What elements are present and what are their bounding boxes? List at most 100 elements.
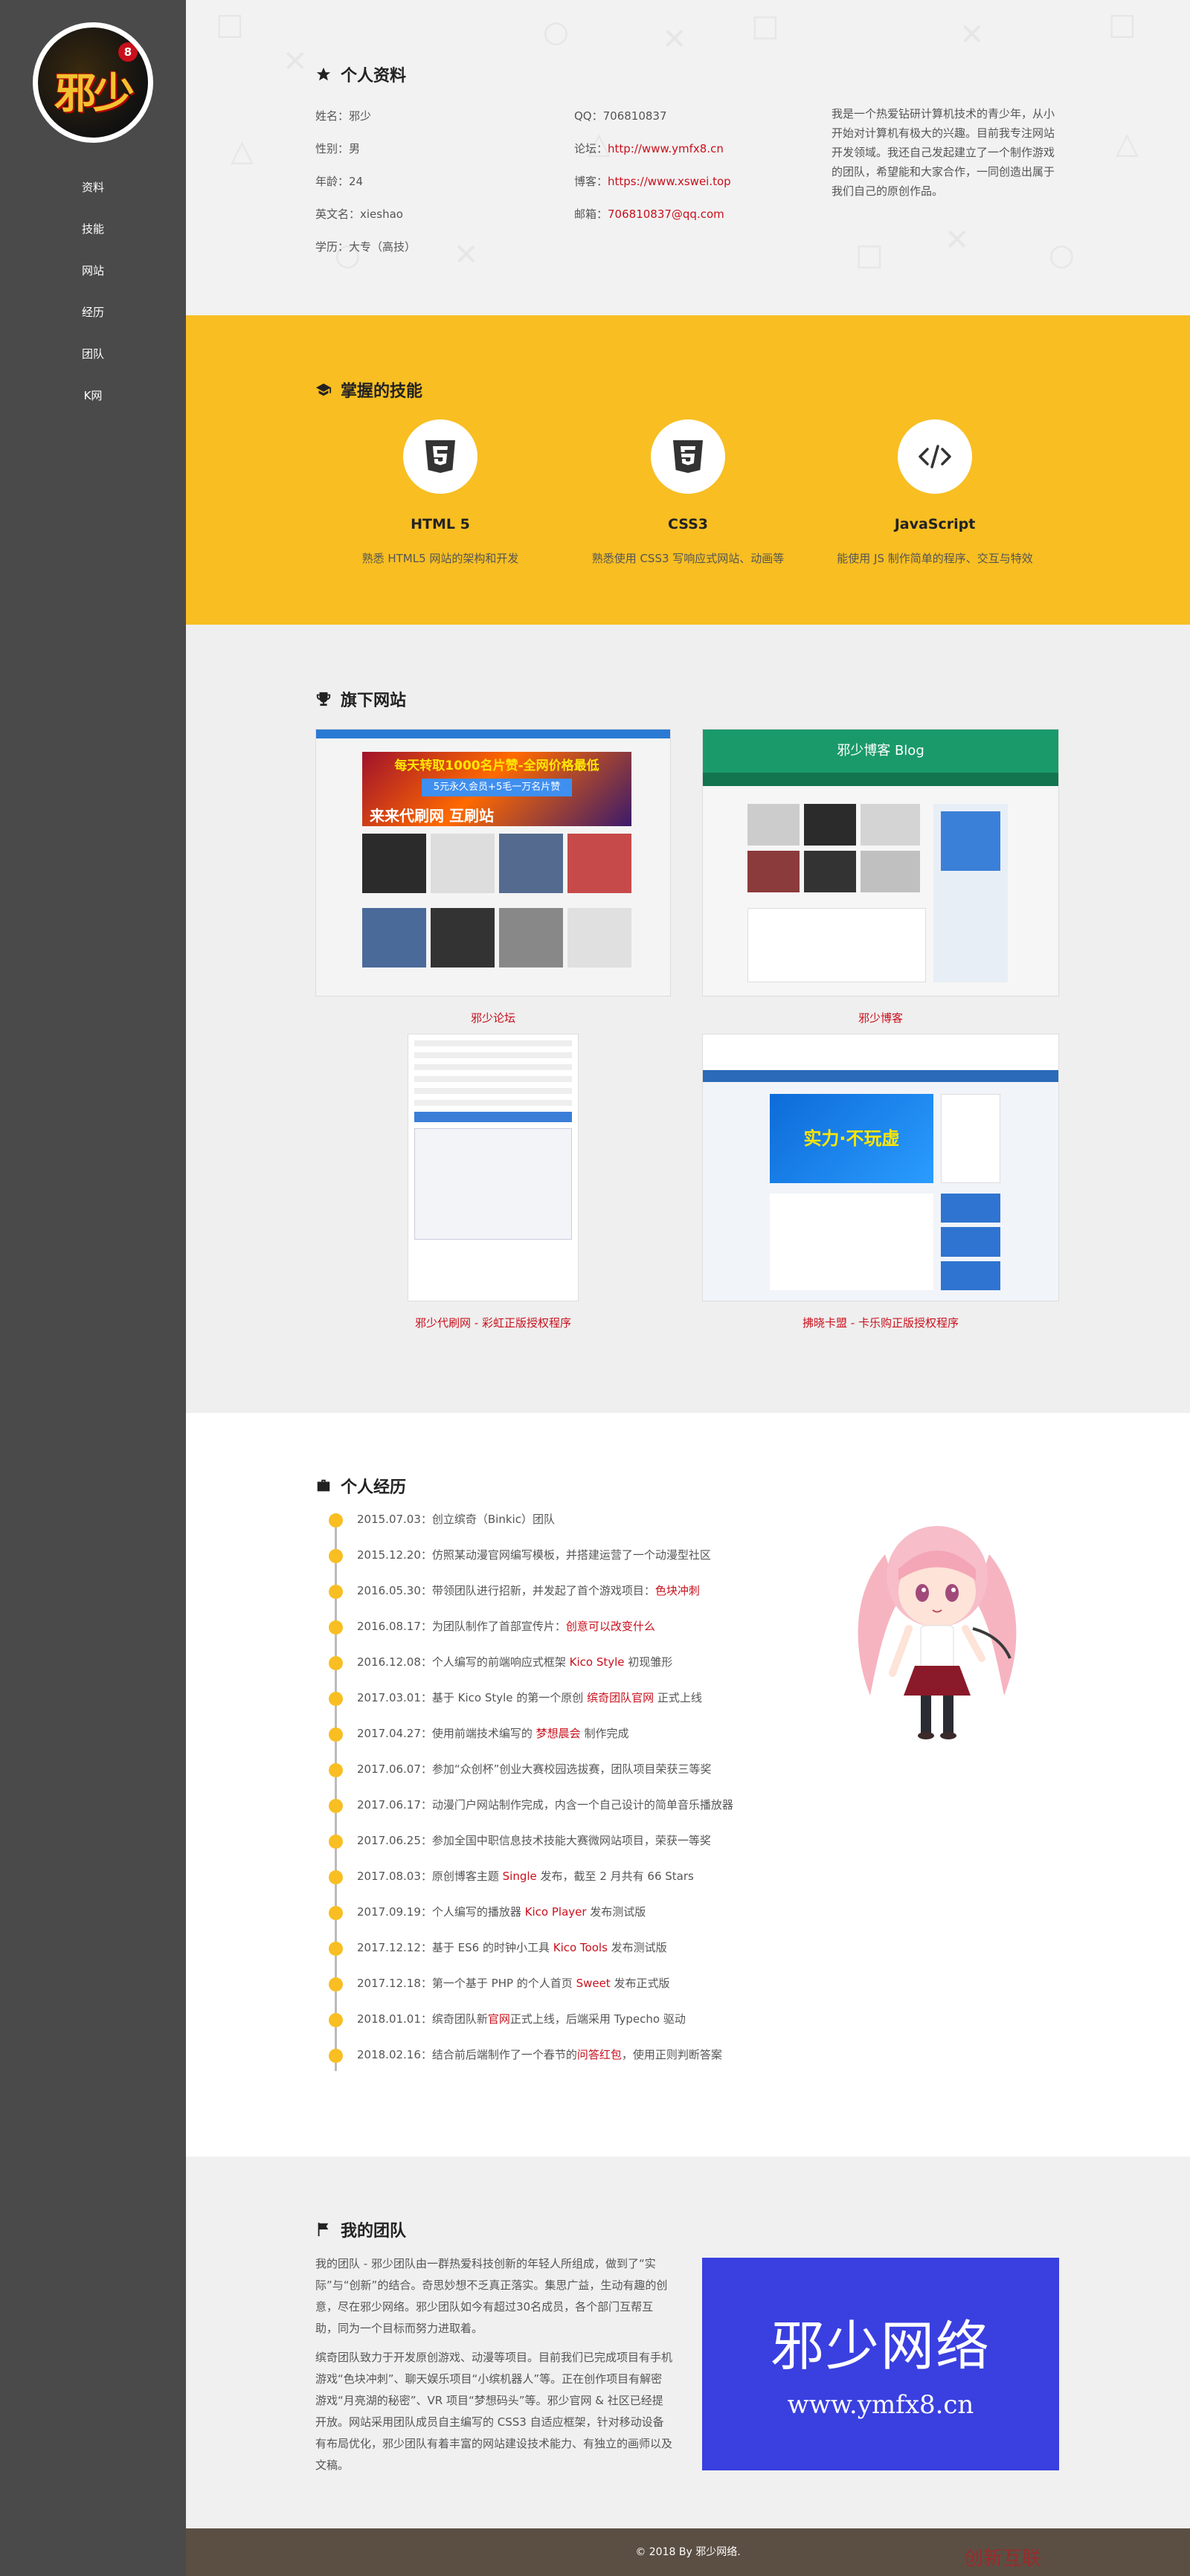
profile-title: 个人资料 bbox=[315, 62, 406, 86]
sidebar-nav: 资料 技能 网站 经历 团队 K网 bbox=[0, 173, 186, 422]
timeline-text: 正式上线，后端采用 Typecho 驱动 bbox=[509, 2012, 686, 2026]
skill-name: HTML 5 bbox=[411, 516, 470, 532]
team-logo-url: www.ymfx8.cn bbox=[787, 2390, 974, 2420]
timeline-dot bbox=[329, 1513, 343, 1527]
timeline-text: 2017.06.17：动漫门户网站制作完成，内含一个自己设计的简单音乐播放器 bbox=[357, 1798, 733, 1812]
site-login-box bbox=[941, 1094, 1000, 1183]
skill-name: CSS3 bbox=[667, 516, 709, 532]
mail-label: 邮箱： bbox=[574, 207, 608, 221]
site-card-forum[interactable]: 每天转取1000名片赞-全网价格最低 5元永久会员+5毛一万名片赞 来来代刷网 … bbox=[315, 729, 671, 1025]
trophy-icon bbox=[316, 692, 331, 706]
skill-description: 熟悉 HTML5 网站的架构和开发 bbox=[361, 552, 519, 565]
nav-item-team[interactable]: 团队 bbox=[0, 339, 186, 381]
timeline-text: 2017.04.27：使用前端技术编写的 bbox=[357, 1727, 536, 1740]
timeline-text: 发布正式版 bbox=[610, 1977, 670, 1990]
profile-education: 学历：大专（高技） bbox=[315, 240, 416, 254]
timeline-link[interactable]: Kico Tools bbox=[553, 1941, 608, 1954]
watermark: 创新互联 bbox=[964, 2548, 1042, 2570]
site-content-panel bbox=[747, 908, 926, 982]
profile-forum: 论坛：http://www.ymfx8.cn bbox=[574, 141, 724, 156]
decoration-square: □ bbox=[751, 9, 779, 43]
site-caption[interactable]: 拂晓卡盟 - 卡乐购正版授权程序 bbox=[702, 1315, 1059, 1330]
site-header-bar bbox=[316, 730, 670, 738]
timeline-dot bbox=[329, 1942, 343, 1956]
skills-title: 掌握的技能 bbox=[315, 378, 422, 402]
site-card-agent[interactable]: 邪少代刷网 - 彩虹正版授权程序 bbox=[315, 1034, 671, 1330]
timeline-item: 2017.03.01：基于 Kico Style 的第一个原创 缤奇团队官网 正… bbox=[327, 1690, 811, 1725]
html5-shield-icon bbox=[425, 440, 455, 473]
flag-icon bbox=[318, 2222, 329, 2237]
site-screenshot: 每天转取1000名片赞-全网价格最低 5元永久会员+5毛一万名片赞 来来代刷网 … bbox=[315, 729, 671, 996]
skill-javascript: JavaScript 能使用 JS 制作简单的程序、交互与特效 bbox=[808, 419, 1061, 566]
blog-link[interactable]: https://www.xswei.top bbox=[608, 175, 731, 188]
timeline-text: 2016.08.17：为团队制作了首部宣传片： bbox=[357, 1620, 566, 1633]
timeline-dot bbox=[329, 2049, 343, 2063]
profile-blog: 博客：https://www.xswei.top bbox=[574, 173, 731, 189]
timeline-text: 2017.06.07：参加“众创杯”创业大赛校园选拔赛，团队项目荣获三等奖 bbox=[357, 1762, 712, 1776]
timeline-item: 2017.04.27：使用前端技术编写的 梦想晨会 制作完成 bbox=[327, 1725, 811, 1761]
timeline-text: 2015.07.03：创立缤奇（Binkic）团队 bbox=[357, 1513, 555, 1526]
skill-css3: CSS3 熟悉使用 CSS3 写响应式网站、动画等 bbox=[562, 419, 814, 566]
nav-item-experience[interactable]: 经历 bbox=[0, 297, 186, 339]
site-banner: 实力·不玩虚 bbox=[770, 1094, 933, 1183]
site-caption[interactable]: 邪少论坛 bbox=[315, 1010, 671, 1025]
timeline-link[interactable]: 创意可以改变什么 bbox=[566, 1620, 655, 1633]
profile-english-name: 英文名：xieshao bbox=[315, 207, 403, 221]
timeline-text: 制作完成 bbox=[580, 1727, 629, 1740]
skills-section: 掌握的技能 HTML 5 熟悉 HTML5 网站的架构和开发 CSS3 熟悉使用… bbox=[186, 315, 1190, 625]
html5-icon bbox=[403, 419, 477, 494]
timeline-link[interactable]: 问答红包 bbox=[577, 2048, 622, 2061]
site-card-shop[interactable]: 实力·不玩虚 拂晓卡盟 - 卡乐购正版授权程序 bbox=[702, 1034, 1059, 1330]
timeline-link[interactable]: 缤奇团队官网 bbox=[587, 1691, 654, 1704]
timeline-link[interactable]: Kico Style bbox=[570, 1655, 625, 1669]
experience-section: 个人经历 2015.07.03：创立缤奇（Binkic）团队 2015.12.20… bbox=[186, 1413, 1190, 2157]
timeline-link[interactable]: 官网 bbox=[488, 2012, 510, 2026]
websites-section: 旗下网站 每天转取1000名片赞-全网价格最低 5元永久会员+5毛一万名片赞 来… bbox=[186, 625, 1190, 1413]
nav-item-websites[interactable]: 网站 bbox=[0, 256, 186, 297]
site-mobile-frame bbox=[408, 1034, 579, 1301]
timeline-item: 2015.07.03：创立缤奇（Binkic）团队 bbox=[327, 1511, 811, 1547]
decoration-square: □ bbox=[855, 238, 884, 272]
decoration-cross: ✕ bbox=[454, 238, 479, 272]
profile-mail: 邮箱：706810837@qq.com bbox=[574, 206, 724, 222]
decoration-circle: ○ bbox=[1049, 238, 1075, 272]
timeline-link[interactable]: 梦想晨会 bbox=[536, 1727, 581, 1740]
decoration-circle: ○ bbox=[543, 15, 569, 49]
timeline-text: 2017.08.03：原创博客主题 bbox=[357, 1870, 503, 1883]
timeline-link[interactable]: 色块冲刺 bbox=[655, 1584, 700, 1597]
profile-name: 姓名：邪少 bbox=[315, 109, 372, 123]
experience-title: 个人经历 bbox=[315, 1474, 406, 1498]
timeline-item: 2017.06.07：参加“众创杯”创业大赛校园选拔赛，团队项目荣获三等奖 bbox=[327, 1761, 811, 1797]
timeline-item: 2017.06.17：动漫门户网站制作完成，内含一个自己设计的简单音乐播放器 bbox=[327, 1797, 811, 1832]
site-caption[interactable]: 邪少代刷网 - 彩虹正版授权程序 bbox=[315, 1315, 671, 1330]
mail-link[interactable]: 706810837@qq.com bbox=[608, 207, 724, 221]
profile-gender: 性别：男 bbox=[315, 142, 361, 155]
site-caption[interactable]: 邪少博客 bbox=[702, 1010, 1059, 1025]
timeline-link[interactable]: Sweet bbox=[576, 1977, 611, 1990]
css3-icon bbox=[651, 419, 725, 494]
timeline-link[interactable]: Kico Player bbox=[525, 1905, 587, 1919]
team-logo: 邪少网络 www.ymfx8.cn bbox=[702, 2258, 1059, 2470]
timeline-link[interactable]: Single bbox=[503, 1870, 537, 1883]
websites-title: 旗下网站 bbox=[315, 687, 406, 711]
site-card-row bbox=[362, 908, 631, 967]
profile-qq: QQ：706810837 bbox=[574, 109, 667, 123]
team-paragraph-1: 我的团队 - 邪少团队由一群热爱科技创新的年轻人所组成，做到了“实际”与“创新”… bbox=[315, 2257, 668, 2335]
site-header bbox=[703, 1034, 1058, 1070]
briefcase-icon bbox=[317, 1479, 330, 1492]
nav-item-k-site[interactable]: K网 bbox=[0, 381, 186, 422]
timeline-dot bbox=[329, 2013, 343, 2027]
timeline-text: 2016.12.08：个人编写的前端响应式框架 bbox=[357, 1655, 570, 1669]
decoration-cross: ✕ bbox=[662, 22, 687, 57]
timeline-dot bbox=[329, 1763, 343, 1777]
forum-link[interactable]: http://www.ymfx8.cn bbox=[608, 142, 724, 155]
site-nav-bar bbox=[703, 1070, 1058, 1082]
timeline-item: 2017.12.18：第一个基于 PHP 的个人首页 Sweet 发布正式版 bbox=[327, 1975, 811, 2011]
team-section: 我的团队 我的团队 - 邪少团队由一群热爱科技创新的年轻人所组成，做到了“实际”… bbox=[186, 2157, 1190, 2528]
site-card-blog[interactable]: 邪少博客 Blog 邪少博客 bbox=[702, 729, 1059, 1025]
timeline-text: 初现雏形 bbox=[624, 1655, 673, 1669]
avatar[interactable]: 邪少 8 bbox=[33, 22, 153, 143]
nav-item-skills[interactable]: 技能 bbox=[0, 214, 186, 256]
site-banner-slogan: 来来代刷网 互刷站 bbox=[370, 807, 494, 825]
nav-item-profile[interactable]: 资料 bbox=[0, 173, 186, 214]
